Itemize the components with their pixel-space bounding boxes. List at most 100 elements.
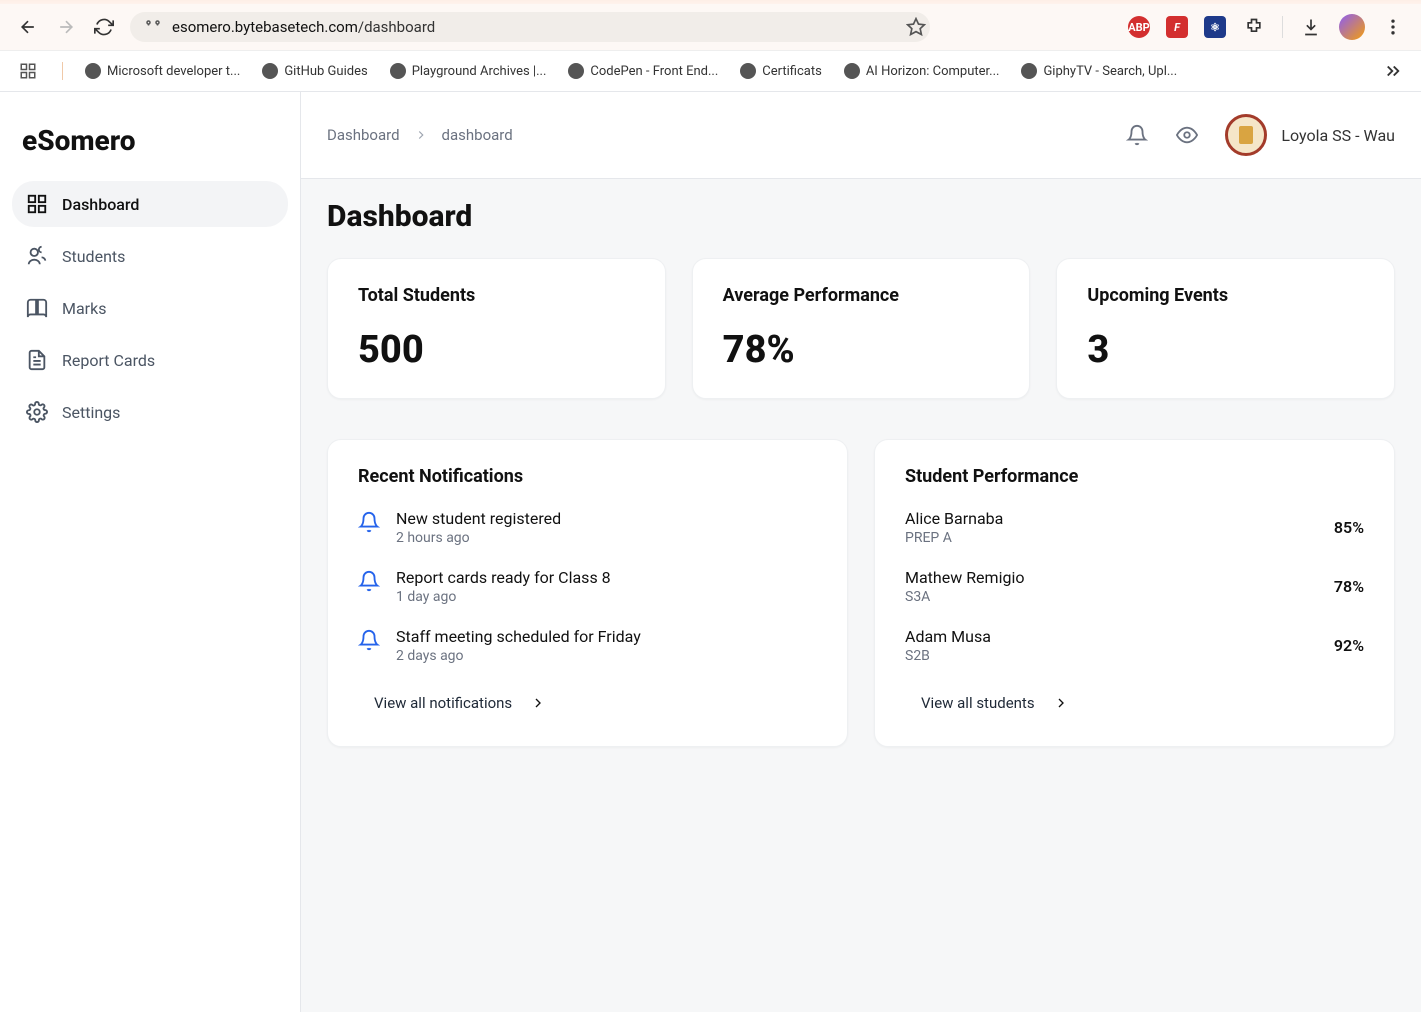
sidebar-item-report-cards[interactable]: Report Cards xyxy=(12,337,288,383)
panel-title: Recent Notifications xyxy=(358,466,817,487)
panel-student-performance: Student Performance Alice Barnaba PREP A… xyxy=(874,439,1395,747)
sidebar-item-label: Marks xyxy=(62,299,106,318)
breadcrumb-root[interactable]: Dashboard xyxy=(327,126,400,144)
extensions-icon[interactable] xyxy=(1242,15,1266,39)
sidebar-item-label: Students xyxy=(62,247,125,266)
notification-item[interactable]: New student registered 2 hours ago xyxy=(358,509,817,546)
bell-icon xyxy=(358,511,380,533)
link-label: View all notifications xyxy=(374,694,512,712)
link-label: View all students xyxy=(921,694,1035,712)
profile-avatar[interactable] xyxy=(1339,14,1365,40)
student-name: Mathew Remigio xyxy=(905,568,1024,587)
student-score: 92% xyxy=(1334,636,1364,655)
users-icon xyxy=(26,245,48,267)
app-logo: eSomero xyxy=(12,112,288,181)
globe-icon xyxy=(568,63,584,79)
forward-button[interactable] xyxy=(54,15,78,39)
breadcrumb-current: dashboard xyxy=(442,126,513,144)
bell-icon xyxy=(358,629,380,651)
stat-card-upcoming-events: Upcoming Events 3 xyxy=(1056,258,1395,399)
student-score: 85% xyxy=(1334,518,1364,537)
bookmark-label: CodePen - Front End... xyxy=(590,64,718,79)
stat-card-avg-performance: Average Performance 78% xyxy=(692,258,1031,399)
notification-item[interactable]: Report cards ready for Class 8 1 day ago xyxy=(358,568,817,605)
performance-row[interactable]: Adam Musa S2B 92% xyxy=(905,627,1364,664)
extension-f-icon[interactable]: F xyxy=(1166,16,1188,38)
bookmark-star-icon[interactable] xyxy=(904,15,928,39)
org-switcher[interactable]: Loyola SS - Wau xyxy=(1225,114,1395,156)
student-name: Alice Barnaba xyxy=(905,509,1003,528)
book-icon xyxy=(26,297,48,319)
bookmarks-overflow-icon[interactable] xyxy=(1381,59,1405,83)
globe-icon xyxy=(844,63,860,79)
performance-row[interactable]: Alice Barnaba PREP A 85% xyxy=(905,509,1364,546)
bookmark-label: AI Horizon: Computer... xyxy=(866,64,1000,79)
sidebar-item-dashboard[interactable]: Dashboard xyxy=(12,181,288,227)
bell-icon xyxy=(358,570,380,592)
stat-value: 500 xyxy=(358,328,635,372)
extension-react-icon[interactable]: ⚛ xyxy=(1204,16,1226,38)
browser-menu-icon[interactable] xyxy=(1381,15,1405,39)
bookmark-item[interactable]: CodePen - Front End... xyxy=(568,63,718,79)
browser-toolbar: esomero.bytebasetech.com/dashboard ABP F… xyxy=(0,4,1421,51)
stat-value: 3 xyxy=(1087,328,1364,372)
globe-icon xyxy=(85,63,101,79)
student-class: PREP A xyxy=(905,530,1003,546)
view-all-students-link[interactable]: View all students xyxy=(905,686,1364,720)
stat-title: Average Performance xyxy=(723,285,1000,306)
bookmark-item[interactable]: AI Horizon: Computer... xyxy=(844,63,1000,79)
org-logo xyxy=(1225,114,1267,156)
chevron-right-icon xyxy=(1053,695,1069,711)
divider xyxy=(1282,16,1283,38)
notifications-bell-icon[interactable] xyxy=(1125,123,1149,147)
bookmark-item[interactable]: GitHub Guides xyxy=(262,63,367,79)
chevron-right-icon xyxy=(414,128,428,142)
stat-value: 78% xyxy=(723,328,1000,372)
notification-item[interactable]: Staff meeting scheduled for Friday 2 day… xyxy=(358,627,817,664)
file-icon xyxy=(26,349,48,371)
bookmark-label: GitHub Guides xyxy=(284,64,367,79)
bookmark-label: Microsoft developer t... xyxy=(107,64,240,79)
notification-time: 2 hours ago xyxy=(396,530,561,546)
bookmark-item[interactable]: GiphyTV - Search, Upl... xyxy=(1021,63,1177,79)
sidebar-item-marks[interactable]: Marks xyxy=(12,285,288,331)
bookmark-label: GiphyTV - Search, Upl... xyxy=(1043,64,1177,79)
bookmark-item[interactable]: Playground Archives |... xyxy=(390,63,547,79)
reload-button[interactable] xyxy=(92,15,116,39)
bookmark-item[interactable]: Certificats xyxy=(740,63,822,79)
bookmark-label: Certificats xyxy=(762,64,822,79)
student-class: S3A xyxy=(905,589,1024,605)
grid-icon xyxy=(26,193,48,215)
breadcrumb: Dashboard dashboard xyxy=(327,126,513,144)
panel-title: Student Performance xyxy=(905,466,1364,487)
performance-row[interactable]: Mathew Remigio S3A 78% xyxy=(905,568,1364,605)
back-button[interactable] xyxy=(16,15,40,39)
panel-recent-notifications: Recent Notifications New student registe… xyxy=(327,439,848,747)
extension-abp-icon[interactable]: ABP xyxy=(1128,16,1150,38)
sidebar-item-students[interactable]: Students xyxy=(12,233,288,279)
site-settings-icon xyxy=(144,18,162,36)
sidebar: eSomero Dashboard Students Marks Report … xyxy=(0,92,300,1012)
bookmark-label: Playground Archives |... xyxy=(412,64,547,79)
notification-title: New student registered xyxy=(396,509,561,528)
apps-grid-icon[interactable] xyxy=(16,59,40,83)
address-bar[interactable]: esomero.bytebasetech.com/dashboard xyxy=(130,12,930,42)
student-score: 78% xyxy=(1334,577,1364,596)
notification-title: Staff meeting scheduled for Friday xyxy=(396,627,641,646)
notification-time: 2 days ago xyxy=(396,648,641,664)
view-all-notifications-link[interactable]: View all notifications xyxy=(358,686,817,720)
globe-icon xyxy=(740,63,756,79)
sidebar-item-label: Settings xyxy=(62,403,120,422)
notification-title: Report cards ready for Class 8 xyxy=(396,568,611,587)
downloads-icon[interactable] xyxy=(1299,15,1323,39)
bookmark-item[interactable]: Microsoft developer t... xyxy=(85,63,240,79)
globe-icon xyxy=(390,63,406,79)
org-name: Loyola SS - Wau xyxy=(1281,126,1395,145)
notification-time: 1 day ago xyxy=(396,589,611,605)
bookmarks-bar: Microsoft developer t... GitHub Guides P… xyxy=(0,51,1421,92)
visibility-eye-icon[interactable] xyxy=(1175,123,1199,147)
stat-title: Upcoming Events xyxy=(1087,285,1364,306)
chevron-right-icon xyxy=(530,695,546,711)
globe-icon xyxy=(262,63,278,79)
sidebar-item-settings[interactable]: Settings xyxy=(12,389,288,435)
